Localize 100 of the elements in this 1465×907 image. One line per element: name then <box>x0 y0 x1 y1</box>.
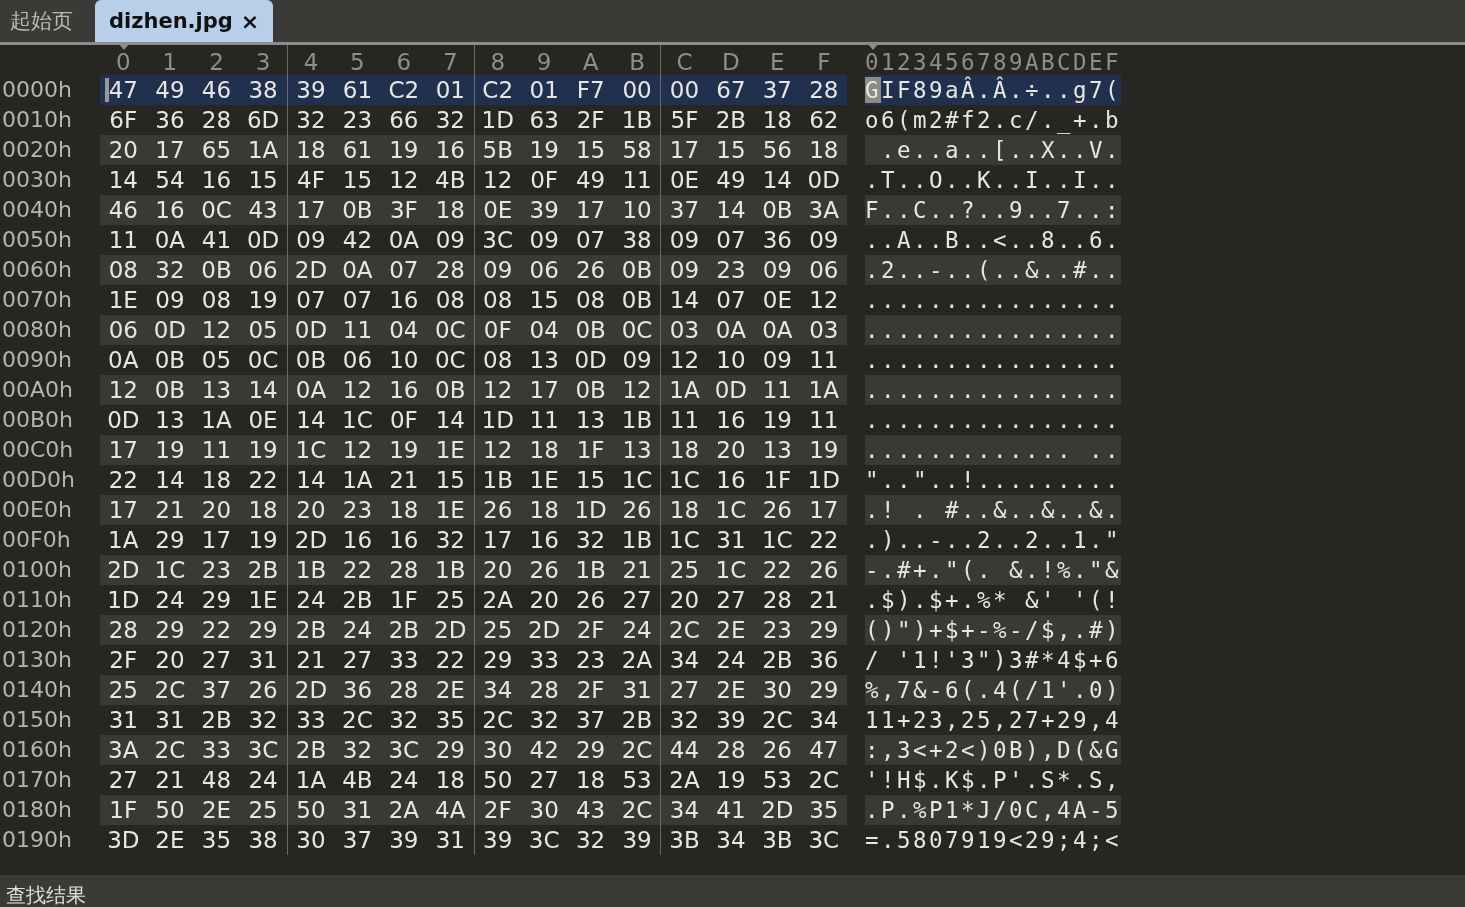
hex-byte[interactable]: 04 <box>380 315 428 345</box>
hex-byte[interactable]: 2E <box>427 675 474 705</box>
hex-byte[interactable]: 47 <box>800 735 847 765</box>
hex-byte[interactable]: 00 <box>613 75 661 105</box>
hex-byte[interactable]: 39 <box>474 825 521 855</box>
hex-byte[interactable]: 11 <box>100 225 147 255</box>
hex-byte[interactable]: 1D <box>474 405 521 435</box>
hex-byte[interactable]: 26 <box>754 735 801 765</box>
hex-byte[interactable]: 0D <box>287 315 335 345</box>
hex-byte[interactable]: 66 <box>380 105 428 135</box>
hex-byte[interactable]: 2E <box>707 675 755 705</box>
hex-byte[interactable]: 41 <box>193 225 240 255</box>
hex-byte[interactable]: 0B <box>427 375 474 405</box>
hex-byte[interactable]: 42 <box>334 225 381 255</box>
hex-byte[interactable]: 24 <box>334 615 381 645</box>
hex-byte[interactable]: 33 <box>380 645 428 675</box>
hex-byte[interactable]: 6F <box>100 105 147 135</box>
hex-byte[interactable]: 0B <box>567 375 614 405</box>
hex-byte[interactable]: 50 <box>146 795 194 825</box>
hex-byte[interactable]: 2A <box>661 765 708 795</box>
hex-byte[interactable]: 2C <box>613 795 661 825</box>
hex-byte[interactable]: 49 <box>567 165 614 195</box>
hex-byte[interactable]: 31 <box>707 525 755 555</box>
hex-byte[interactable]: 03 <box>800 315 847 345</box>
hex-byte[interactable]: 5F <box>661 105 708 135</box>
hex-byte[interactable]: 29 <box>474 645 521 675</box>
hex-byte[interactable]: 3C <box>380 735 428 765</box>
hex-byte[interactable]: 4B <box>427 165 474 195</box>
hex-byte[interactable]: 48 <box>193 765 240 795</box>
hex-byte[interactable]: 12 <box>474 375 521 405</box>
hex-byte[interactable]: 11 <box>520 405 568 435</box>
hex-byte[interactable]: 09 <box>661 225 708 255</box>
hex-byte[interactable]: 20 <box>707 435 755 465</box>
hex-byte[interactable]: 1B <box>427 555 474 585</box>
hex-byte[interactable]: 32 <box>567 525 614 555</box>
hex-byte[interactable]: 19 <box>239 525 287 555</box>
hex-byte[interactable]: 0E <box>239 405 287 435</box>
hex-byte[interactable]: 07 <box>334 285 381 315</box>
hex-byte[interactable]: 27 <box>707 585 755 615</box>
hex-byte[interactable]: 28 <box>193 105 240 135</box>
hex-byte[interactable]: 0C <box>239 345 287 375</box>
hex-byte[interactable]: 53 <box>613 765 661 795</box>
hex-byte[interactable]: 47 <box>100 75 147 105</box>
hex-byte[interactable]: 13 <box>520 345 568 375</box>
hex-byte[interactable]: 20 <box>193 495 240 525</box>
hex-byte[interactable]: 1C <box>754 525 801 555</box>
hex-byte[interactable]: 2C <box>800 765 847 795</box>
hex-byte[interactable]: 1E <box>427 435 474 465</box>
hex-byte[interactable]: 0D <box>239 225 287 255</box>
hex-byte[interactable]: 0B <box>613 285 661 315</box>
hex-byte[interactable]: 1C <box>661 465 708 495</box>
hex-byte[interactable]: 42 <box>520 735 568 765</box>
hex-byte[interactable]: 14 <box>707 195 755 225</box>
hex-byte[interactable]: 27 <box>613 585 661 615</box>
hex-byte[interactable]: 3C <box>239 735 287 765</box>
hex-byte[interactable]: 0B <box>146 375 194 405</box>
hex-byte[interactable]: 27 <box>661 675 708 705</box>
hex-byte[interactable]: 18 <box>427 195 474 225</box>
hex-byte[interactable]: 0A <box>754 315 801 345</box>
hex-byte[interactable]: 11 <box>193 435 240 465</box>
hex-byte[interactable]: 1F <box>754 465 801 495</box>
hex-byte[interactable]: 2B <box>287 615 335 645</box>
hex-byte[interactable]: 1B <box>567 555 614 585</box>
hex-byte[interactable]: 1C <box>334 405 381 435</box>
hex-byte[interactable]: 13 <box>193 375 240 405</box>
hex-byte[interactable]: 18 <box>754 105 801 135</box>
hex-byte[interactable]: 29 <box>567 735 614 765</box>
hex-byte[interactable]: 63 <box>520 105 568 135</box>
hex-byte[interactable]: 34 <box>800 705 847 735</box>
hex-byte[interactable]: 1E <box>239 585 287 615</box>
hex-byte[interactable]: 0F <box>380 405 428 435</box>
hex-byte[interactable]: 46 <box>100 195 147 225</box>
tab[interactable]: 起始页 <box>0 0 83 42</box>
hex-byte[interactable]: 34 <box>661 795 708 825</box>
hex-byte[interactable]: 14 <box>661 285 708 315</box>
hex-byte[interactable]: 06 <box>334 345 381 375</box>
hex-byte[interactable]: 36 <box>334 675 381 705</box>
hex-byte[interactable]: 3B <box>754 825 801 855</box>
hex-byte[interactable]: 3D <box>100 825 147 855</box>
hex-byte[interactable]: 0B <box>613 255 661 285</box>
hex-byte[interactable]: 28 <box>707 735 755 765</box>
hex-byte[interactable]: 25 <box>100 675 147 705</box>
hex-byte[interactable]: 2B <box>287 735 335 765</box>
hex-byte[interactable]: 1A <box>100 525 147 555</box>
hex-byte[interactable]: 06 <box>100 315 147 345</box>
hex-byte[interactable]: 14 <box>100 165 147 195</box>
hex-byte[interactable]: 14 <box>146 465 194 495</box>
hex-byte[interactable]: 2B <box>239 555 287 585</box>
hex-byte[interactable]: 0D <box>567 345 614 375</box>
hex-byte[interactable]: 2B <box>754 645 801 675</box>
hex-byte[interactable]: 26 <box>613 495 661 525</box>
hex-byte[interactable]: 33 <box>287 705 335 735</box>
hex-byte[interactable]: 49 <box>707 165 755 195</box>
hex-byte[interactable]: 04 <box>520 315 568 345</box>
hex-byte[interactable]: 17 <box>287 195 335 225</box>
hex-byte[interactable]: 20 <box>661 585 708 615</box>
tab-label[interactable]: 起始页 <box>10 7 73 35</box>
hex-byte[interactable]: 21 <box>287 645 335 675</box>
hex-byte[interactable]: 16 <box>146 195 194 225</box>
hex-byte[interactable]: 05 <box>193 345 240 375</box>
